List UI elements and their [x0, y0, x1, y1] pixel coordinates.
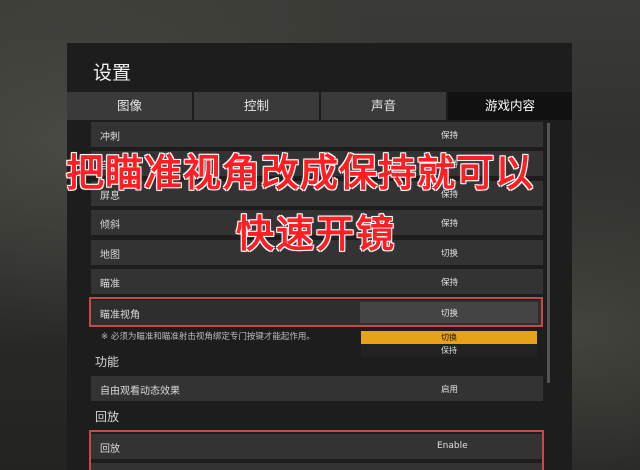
dropdown-option-toggle[interactable]: 切换: [361, 331, 537, 344]
tab-gameplay[interactable]: 游戏内容: [448, 92, 572, 120]
page-title: 设置: [93, 62, 132, 84]
setting-label: 地图: [100, 250, 120, 261]
setting-value: 保持: [441, 278, 459, 288]
tab-graphics[interactable]: 图像: [67, 92, 194, 120]
section-title-function: 功能: [95, 355, 120, 369]
annotation-line-1: 把瞄准视角改成保持就可以: [66, 151, 535, 195]
keybind-note: ※ 必须为瞄准和瞄准射击视角绑定专门按键才能起作用。: [101, 332, 315, 342]
highlight-box-replay: [89, 430, 544, 470]
annotation-line-2: 快速开镜: [236, 212, 397, 256]
tab-bar: 图像 控制 声音 游戏内容: [67, 92, 572, 120]
setting-label: 瞄准: [100, 279, 120, 290]
dropdown-menu: 切换 保持: [361, 331, 537, 359]
setting-value: 保持: [441, 131, 459, 141]
setting-label: 自由观看动态效果: [100, 386, 180, 397]
setting-row-aim[interactable]: 瞄准 保持: [91, 269, 543, 294]
setting-label: 倾斜: [100, 220, 120, 231]
setting-label: 冲刺: [100, 132, 120, 143]
setting-value: 启用: [441, 385, 459, 395]
section-title-replay: 回放: [95, 410, 120, 424]
highlight-box-aim-view: [89, 297, 543, 327]
scrollbar[interactable]: [547, 123, 550, 383]
tab-sound[interactable]: 声音: [321, 92, 448, 120]
setting-value: 保持: [441, 219, 459, 229]
setting-row-free-look-motion[interactable]: 自由观看动态效果 启用: [91, 376, 543, 401]
tab-controls[interactable]: 控制: [194, 92, 321, 120]
setting-value: 切换: [441, 249, 459, 259]
dropdown-option-hold[interactable]: 保持: [361, 344, 537, 357]
